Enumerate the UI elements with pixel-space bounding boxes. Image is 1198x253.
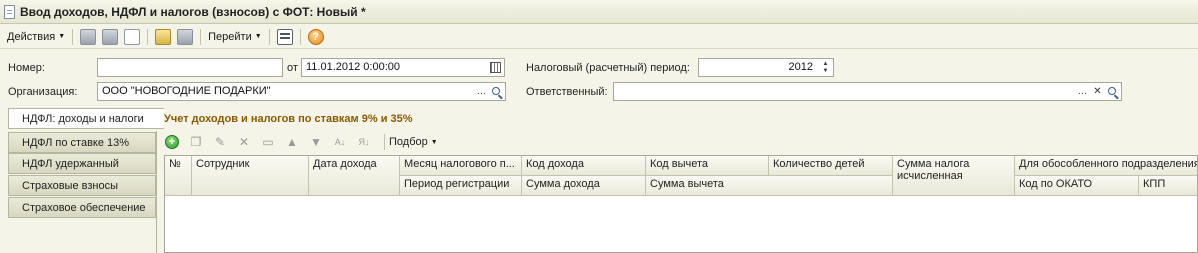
tax-period-field[interactable]: 2012 bbox=[698, 58, 834, 77]
responsible-select-button[interactable]: … bbox=[1075, 83, 1090, 100]
column-header-income-code[interactable]: Код дохода bbox=[522, 156, 646, 176]
copy-row-icon[interactable]: ❐ bbox=[188, 134, 204, 150]
section-title: Учет доходов и налогов по ставкам 9% и 3… bbox=[164, 113, 413, 125]
toolbar-divider bbox=[72, 28, 74, 45]
vertical-tabs: НДФЛ: доходы и налоги НДФЛ по ставке 13%… bbox=[0, 108, 164, 253]
organization-select-button[interactable]: … bbox=[474, 83, 489, 100]
calendar-icon bbox=[490, 62, 501, 73]
tax-period-label: Налоговый (расчетный) период: bbox=[526, 62, 690, 74]
toolbar-divider bbox=[268, 28, 270, 45]
number-field[interactable] bbox=[97, 58, 283, 77]
calendar-button[interactable] bbox=[488, 59, 503, 76]
tab-ndfl-13-percent[interactable]: НДФЛ по ставке 13% bbox=[8, 132, 156, 153]
save-icon[interactable] bbox=[102, 28, 119, 45]
title-bar: Ввод доходов, НДФЛ и налогов (взносов) с… bbox=[0, 0, 1198, 24]
year-spinner[interactable]: ▲ ▼ bbox=[818, 59, 833, 76]
tab-label: Страховые взносы bbox=[22, 179, 118, 192]
column-header-deduction-code[interactable]: Код вычета bbox=[646, 156, 769, 176]
date-field[interactable]: 11.01.2012 0:00:00 bbox=[301, 58, 505, 77]
chevron-down-icon: ▼ bbox=[254, 33, 262, 40]
goto-menu-label: Перейти bbox=[208, 30, 252, 43]
delete-icon[interactable]: ✕ bbox=[236, 134, 252, 150]
tab-label: НДФЛ удержанный bbox=[22, 157, 119, 170]
help-icon[interactable]: ? bbox=[307, 28, 324, 45]
column-header-deduction-amount[interactable]: Сумма вычета bbox=[646, 176, 893, 196]
main-toolbar: Действия ▼ Перейти ▼ ? bbox=[0, 25, 1198, 49]
chevron-down-icon: ▼ bbox=[58, 33, 66, 40]
column-header-tax-month[interactable]: Месяц налогового п... bbox=[400, 156, 522, 176]
column-header-income-amount[interactable]: Сумма дохода bbox=[522, 176, 646, 196]
selection-menu[interactable]: Подбор ▼ bbox=[389, 136, 438, 148]
column-header-separate-unit[interactable]: Для обособленного подразделения bbox=[1015, 156, 1197, 176]
add-icon: + bbox=[165, 135, 179, 149]
goto-menu[interactable]: Перейти ▼ bbox=[205, 27, 265, 47]
document-icon bbox=[4, 4, 15, 19]
sort-ascending-icon[interactable]: A↓ bbox=[332, 134, 348, 150]
column-header-registration-period[interactable]: Период регистрации bbox=[400, 176, 522, 196]
magnifier-icon bbox=[491, 86, 500, 95]
move-up-icon[interactable]: ▲ bbox=[284, 134, 300, 150]
date-label: от bbox=[287, 62, 298, 74]
organization-label: Организация: bbox=[8, 86, 78, 98]
sort-descending-icon[interactable]: Я↓ bbox=[356, 134, 372, 150]
add-row-button[interactable]: + bbox=[164, 134, 180, 150]
organization-field[interactable]: ООО "НОВОГОДНИЕ ПОДАРКИ" bbox=[97, 82, 506, 101]
spin-down-icon[interactable]: ▼ bbox=[823, 68, 829, 75]
structure-icon[interactable] bbox=[276, 28, 293, 45]
date-value: 11.01.2012 0:00:00 bbox=[306, 61, 400, 73]
toolbar-divider bbox=[384, 134, 385, 150]
column-header-num[interactable]: № bbox=[165, 156, 192, 196]
chevron-down-icon: ▼ bbox=[430, 138, 438, 146]
tab-label: НДФЛ: доходы и налоги bbox=[22, 112, 144, 125]
tab-ndfl-withheld[interactable]: НДФЛ удержанный bbox=[8, 153, 156, 174]
tab-insurance-contributions[interactable]: Страховые взносы bbox=[8, 175, 156, 196]
tab-ndfl-income-taxes[interactable]: НДФЛ: доходы и налоги bbox=[8, 108, 164, 129]
toolbar-divider bbox=[299, 28, 301, 45]
clear-icon[interactable]: ✕ bbox=[1090, 83, 1105, 100]
fill-icon[interactable] bbox=[155, 28, 172, 45]
number-label: Номер: bbox=[8, 62, 45, 74]
column-header-okato-code[interactable]: Код по ОКАТО bbox=[1015, 176, 1139, 196]
actions-menu[interactable]: Действия ▼ bbox=[4, 27, 68, 47]
post-icon[interactable] bbox=[124, 28, 141, 45]
end-edit-icon[interactable]: ▭ bbox=[260, 134, 276, 150]
column-header-kpp[interactable]: КПП bbox=[1139, 176, 1197, 196]
magnifier-icon bbox=[1107, 86, 1116, 95]
move-down-icon[interactable]: ▼ bbox=[308, 134, 324, 150]
edit-icon[interactable]: ✎ bbox=[212, 134, 228, 150]
organization-open-button[interactable] bbox=[489, 83, 504, 100]
responsible-field[interactable] bbox=[613, 82, 1122, 101]
selection-menu-label: Подбор bbox=[389, 136, 428, 148]
print-icon[interactable] bbox=[177, 28, 194, 45]
responsible-label: Ответственный: bbox=[526, 86, 608, 98]
tab-label: НДФЛ по ставке 13% bbox=[22, 136, 130, 149]
table-toolbar: + ❐ ✎ ✕ ▭ ▲ ▼ A↓ Я↓ Подбор ▼ bbox=[164, 132, 438, 152]
toolbar-divider bbox=[200, 28, 202, 45]
income-tax-table[interactable]: № Сотрудник Дата дохода Месяц налогового… bbox=[164, 155, 1198, 253]
window-title: Ввод доходов, НДФЛ и налогов (взносов) с… bbox=[20, 4, 366, 19]
column-header-tax-amount[interactable]: Сумма налога исчисленная bbox=[893, 156, 1015, 196]
actions-menu-label: Действия bbox=[7, 30, 56, 43]
toolbar-divider bbox=[147, 28, 149, 45]
post-and-close-icon[interactable] bbox=[80, 28, 97, 45]
tab-label: Страховое обеспечение bbox=[22, 201, 146, 214]
responsible-open-button[interactable] bbox=[1105, 83, 1120, 100]
column-header-employee[interactable]: Сотрудник bbox=[192, 156, 309, 196]
column-header-income-date[interactable]: Дата дохода bbox=[309, 156, 400, 196]
tab-insurance-coverage[interactable]: Страховое обеспечение bbox=[8, 197, 156, 218]
spin-up-icon[interactable]: ▲ bbox=[823, 61, 829, 68]
column-header-children-count[interactable]: Количество детей bbox=[769, 156, 893, 176]
